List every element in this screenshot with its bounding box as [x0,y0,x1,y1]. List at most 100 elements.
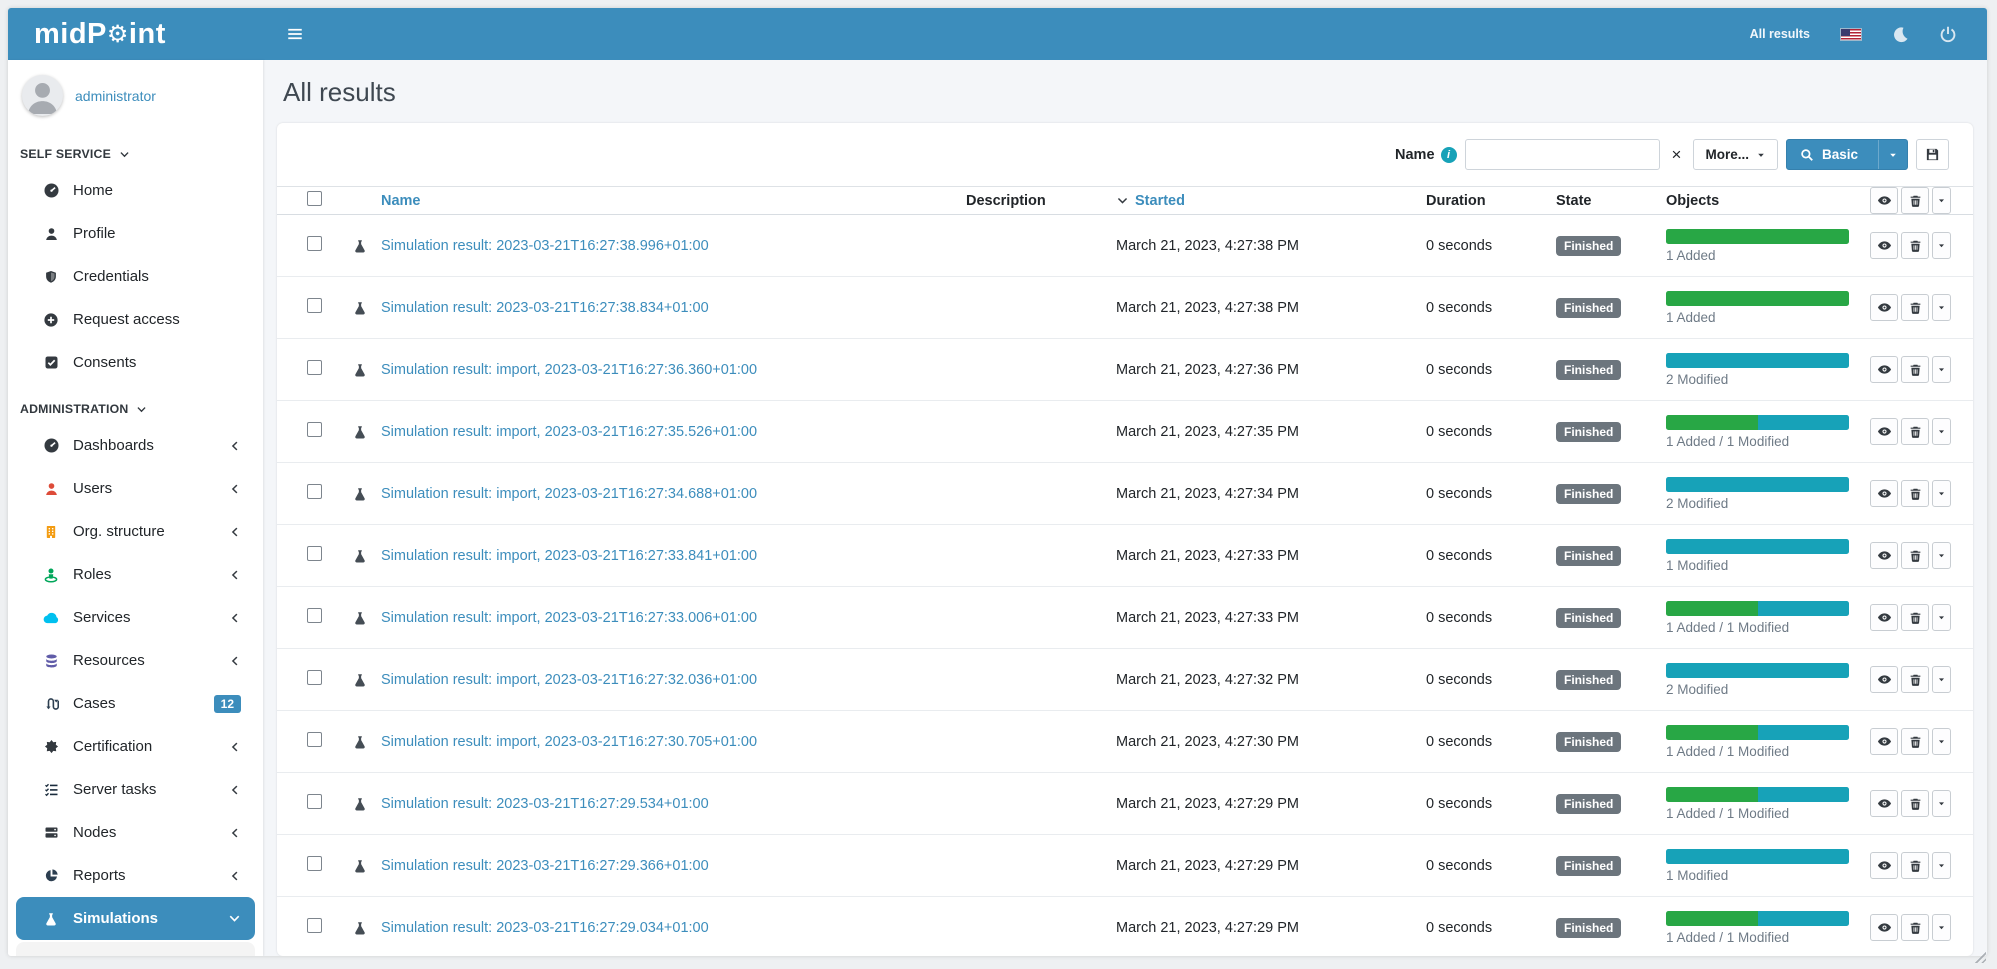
view-all-button[interactable] [1870,187,1898,214]
view-button[interactable] [1870,604,1898,631]
sidebar-item-resources[interactable]: Resources [16,639,255,682]
row-actions-dropdown[interactable] [1932,790,1951,817]
row-checkbox[interactable] [307,546,322,561]
delete-button[interactable] [1901,542,1929,569]
view-button[interactable] [1870,542,1898,569]
result-name-link[interactable]: Simulation result: 2023-03-21T16:27:38.9… [381,238,709,254]
logout-power-icon[interactable] [1939,25,1957,43]
sidebar-item-cases[interactable]: Cases12 [16,682,255,725]
sidebar-section-header-self-service[interactable]: SELF SERVICE [8,129,263,169]
save-search-button[interactable] [1916,139,1949,170]
more-filters-button[interactable]: More... [1693,139,1778,170]
sidebar-item-dashboards[interactable]: Dashboards [16,424,255,467]
column-header-started[interactable]: Started [1116,193,1426,209]
hamburger-menu-icon[interactable] [275,14,315,54]
delete-button[interactable] [1901,790,1929,817]
row-actions-dropdown[interactable] [1932,542,1951,569]
view-button[interactable] [1870,294,1898,321]
result-name-link[interactable]: Simulation result: import, 2023-03-21T16… [381,486,757,502]
search-basic-main[interactable]: Basic [1787,140,1871,169]
midpoint-logo[interactable]: midP⚙int [8,18,263,51]
sidebar-item-users[interactable]: Users [16,467,255,510]
sidebar-item-roles[interactable]: Roles [16,553,255,596]
delete-button[interactable] [1901,666,1929,693]
delete-all-button[interactable] [1901,187,1929,214]
sidebar-item-profile[interactable]: Profile [16,212,255,255]
view-button[interactable] [1870,418,1898,445]
result-name-link[interactable]: Simulation result: import, 2023-03-21T16… [381,548,757,564]
row-checkbox[interactable] [307,360,322,375]
view-button[interactable] [1870,790,1898,817]
header-actions-dropdown[interactable] [1932,187,1951,214]
started-header-label[interactable]: Started [1135,193,1185,209]
delete-button[interactable] [1901,914,1929,941]
dark-mode-moon-icon[interactable] [1892,26,1909,43]
sidebar-item-org-structure[interactable]: Org. structure [16,510,255,553]
row-checkbox[interactable] [307,918,322,933]
result-name-link[interactable]: Simulation result: 2023-03-21T16:27:29.3… [381,858,709,874]
row-checkbox[interactable] [307,794,322,809]
view-button[interactable] [1870,666,1898,693]
delete-button[interactable] [1901,356,1929,383]
row-actions-dropdown[interactable] [1932,728,1951,755]
row-actions-dropdown[interactable] [1932,604,1951,631]
row-actions-dropdown[interactable] [1932,356,1951,383]
row-checkbox[interactable] [307,422,322,437]
row-actions-dropdown[interactable] [1932,852,1951,879]
view-button[interactable] [1870,728,1898,755]
result-name-link[interactable]: Simulation result: 2023-03-21T16:27:29.5… [381,796,709,812]
view-button[interactable] [1870,232,1898,259]
view-button[interactable] [1870,852,1898,879]
result-name-link[interactable]: Simulation result: 2023-03-21T16:27:38.8… [381,300,709,316]
row-actions-dropdown[interactable] [1932,418,1951,445]
info-icon[interactable]: i [1441,147,1457,163]
sidebar-item-simulations[interactable]: Simulations [16,897,255,940]
username-link[interactable]: administrator [75,88,156,104]
delete-button[interactable] [1901,480,1929,507]
result-name-link[interactable]: Simulation result: import, 2023-03-21T16… [381,734,757,750]
sidebar-item-reports[interactable]: Reports [16,854,255,897]
delete-button[interactable] [1901,232,1929,259]
sidebar-item-credentials[interactable]: Credentials [16,255,255,298]
row-checkbox[interactable] [307,856,322,871]
row-actions-dropdown[interactable] [1932,666,1951,693]
user-panel[interactable]: administrator [8,60,263,129]
clear-filter-button[interactable]: × [1668,146,1686,163]
language-flag-icon[interactable] [1840,28,1862,41]
row-checkbox[interactable] [307,670,322,685]
sidebar-item-consents[interactable]: Consents [16,341,255,384]
sidebar-item-nodes[interactable]: Nodes [16,811,255,854]
sidebar-item-home[interactable]: Home [16,169,255,212]
sidebar-item-request-access[interactable]: Request access [16,298,255,341]
select-all-checkbox[interactable] [307,191,322,206]
row-checkbox[interactable] [307,298,322,313]
result-name-link[interactable]: Simulation result: import, 2023-03-21T16… [381,424,757,440]
delete-button[interactable] [1901,294,1929,321]
delete-button[interactable] [1901,418,1929,445]
row-actions-dropdown[interactable] [1932,914,1951,941]
delete-button[interactable] [1901,604,1929,631]
row-checkbox[interactable] [307,732,322,747]
delete-button[interactable] [1901,852,1929,879]
sidebar-item-server-tasks[interactable]: Server tasks [16,768,255,811]
name-filter-input[interactable] [1465,139,1660,170]
result-name-link[interactable]: Simulation result: import, 2023-03-21T16… [381,362,757,378]
delete-button[interactable] [1901,728,1929,755]
sidebar-item-certification[interactable]: Certification [16,725,255,768]
sidebar-section-header-administration[interactable]: ADMINISTRATION [8,384,263,424]
search-mode-dropdown[interactable] [1878,140,1907,169]
row-checkbox[interactable] [307,484,322,499]
row-checkbox[interactable] [307,608,322,623]
column-header-name[interactable]: Name [381,193,966,209]
row-actions-dropdown[interactable] [1932,480,1951,507]
row-actions-dropdown[interactable] [1932,232,1951,259]
result-name-link[interactable]: Simulation result: 2023-03-21T16:27:29.0… [381,920,709,936]
search-basic-button[interactable]: Basic [1786,139,1908,170]
view-button[interactable] [1870,356,1898,383]
row-checkbox[interactable] [307,236,322,251]
view-button[interactable] [1870,480,1898,507]
result-name-link[interactable]: Simulation result: import, 2023-03-21T16… [381,610,757,626]
sidebar-item-services[interactable]: Services [16,596,255,639]
view-button[interactable] [1870,914,1898,941]
result-name-link[interactable]: Simulation result: import, 2023-03-21T16… [381,672,757,688]
